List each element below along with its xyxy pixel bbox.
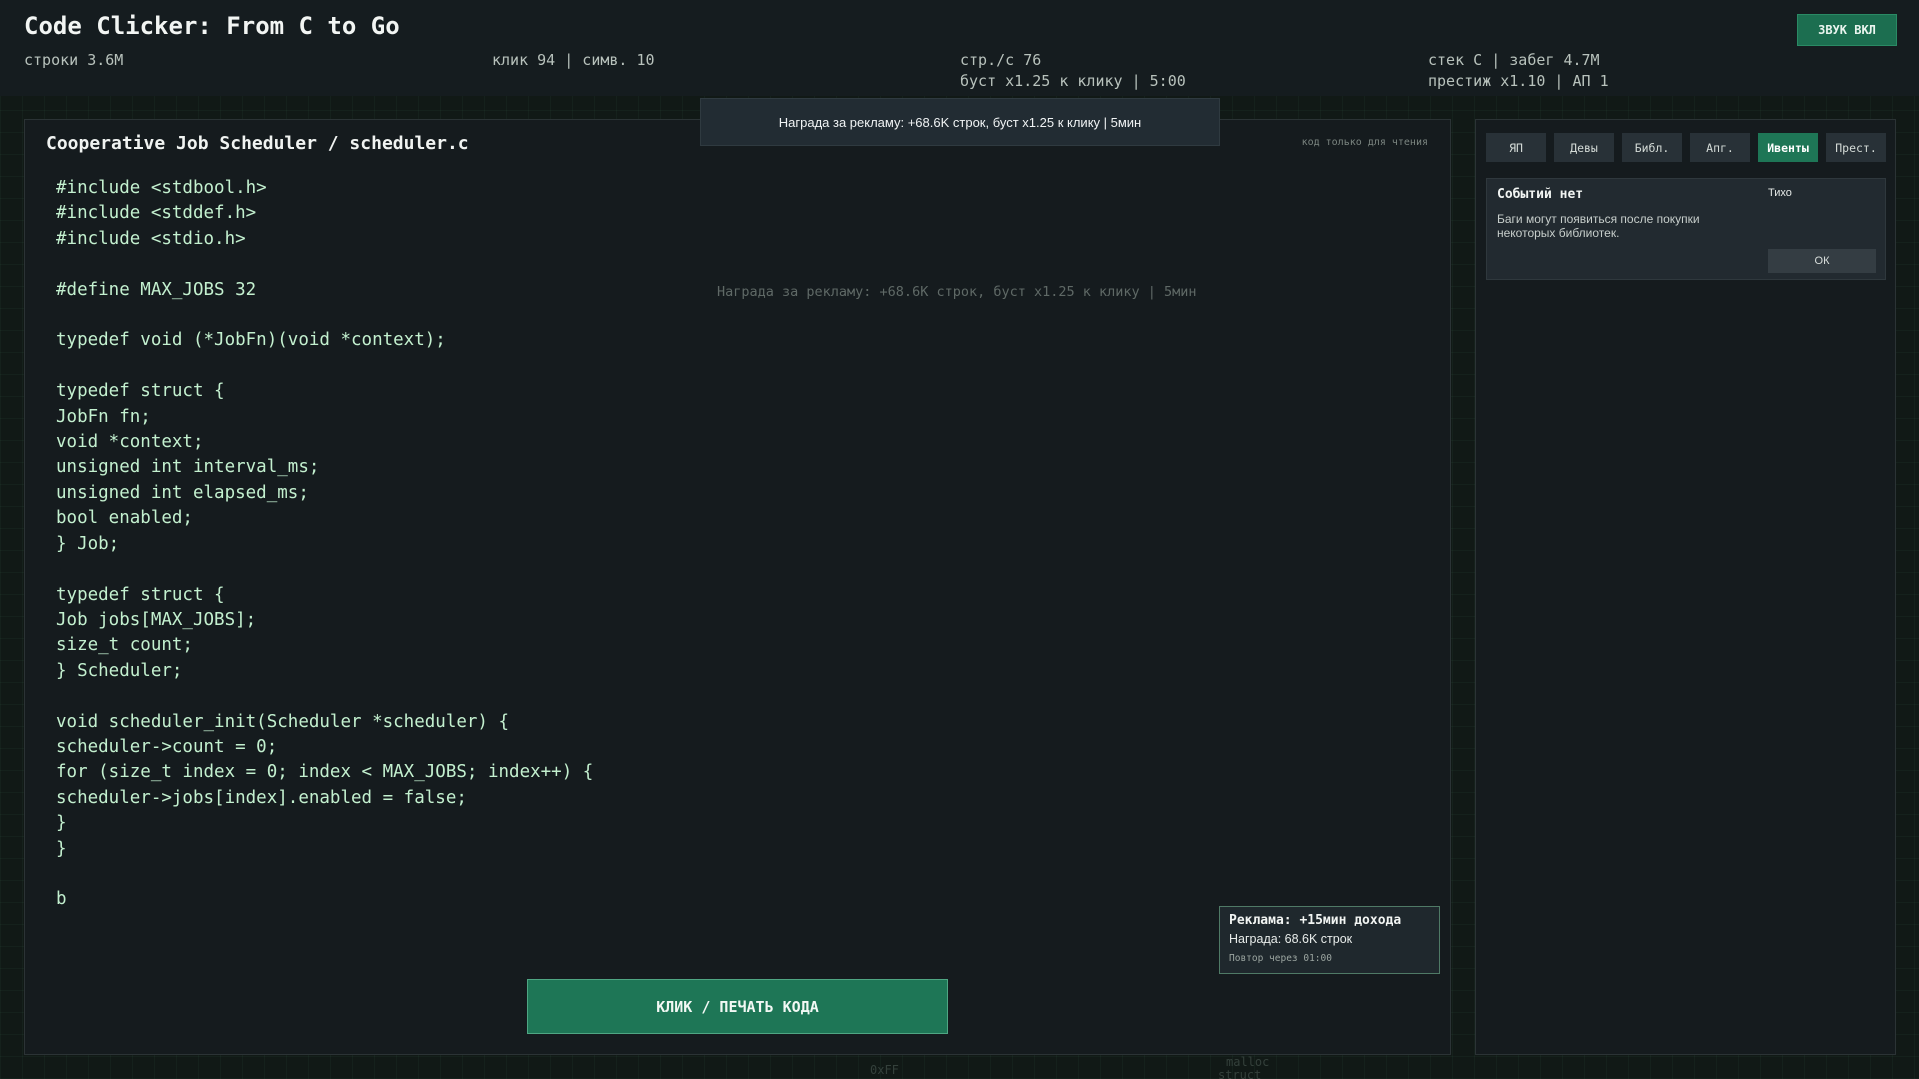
events-status: Тихо	[1768, 187, 1792, 199]
tab-devs[interactable]: Девы	[1554, 133, 1614, 162]
tab-languages[interactable]: ЯП	[1486, 133, 1546, 162]
file-title: Cooperative Job Scheduler / scheduler.c	[46, 133, 469, 154]
lines-count: строки 3.6M	[24, 51, 124, 69]
background-deco-malloc: malloc	[1226, 1055, 1270, 1069]
tab-prestige[interactable]: Прест.	[1826, 133, 1886, 162]
code-text: #include <stdbool.h> #include <stddef.h>…	[56, 178, 594, 910]
ad-title: Реклама: +15мин дохода	[1229, 913, 1402, 928]
events-description: Баги могут появиться после покупки некот…	[1497, 212, 1700, 240]
background-deco-hex: 0xFF	[870, 1063, 899, 1077]
lines-per-second-stat: стр./с 76	[960, 51, 1042, 69]
events-card: Событий нет Тихо Баги могут появиться по…	[1486, 178, 1886, 280]
click-chars-stat: клик 94 | симв. 10	[492, 51, 655, 69]
sound-toggle-button[interactable]: ЗВУК ВКЛ	[1797, 14, 1897, 46]
events-ok-button[interactable]: ОК	[1768, 249, 1876, 273]
prestige-stat: престиж x1.10 | АП 1	[1428, 72, 1609, 90]
ad-repeat-timer: Повтор через 01:00	[1229, 953, 1332, 964]
ad-offer-card[interactable]: Реклама: +15мин дохода Награда: 68.6K ст…	[1219, 906, 1440, 974]
tab-upgrades[interactable]: Апг.	[1690, 133, 1750, 162]
ad-reward: Награда: 68.6K строк	[1229, 932, 1353, 946]
side-panel: ЯП Девы Библ. Апг. Ивенты Прест. Событий…	[1475, 119, 1896, 1055]
tab-libraries[interactable]: Библ.	[1622, 133, 1682, 162]
reward-ghost-text: Награда за рекламу: +68.6K строк, буст x…	[717, 284, 1197, 300]
events-title: Событий нет	[1497, 187, 1584, 202]
click-print-code-button[interactable]: КЛИК / ПЕЧАТЬ КОДА	[527, 979, 948, 1034]
tab-events[interactable]: Ивенты	[1758, 133, 1818, 162]
ad-reward-toast: Награда за рекламу: +68.6K строк, буст x…	[700, 98, 1220, 146]
readonly-label: код только для чтения	[1301, 137, 1428, 148]
background-deco-struct: struct	[1218, 1068, 1262, 1079]
game-title: Code Clicker: From C to Go	[24, 12, 400, 40]
stack-run-stat: стек C | забег 4.7M	[1428, 51, 1600, 69]
header-bar: Code Clicker: From C to Go строки 3.6M к…	[0, 0, 1919, 96]
boost-stat: буст x1.25 к клику | 5:00	[960, 72, 1186, 90]
